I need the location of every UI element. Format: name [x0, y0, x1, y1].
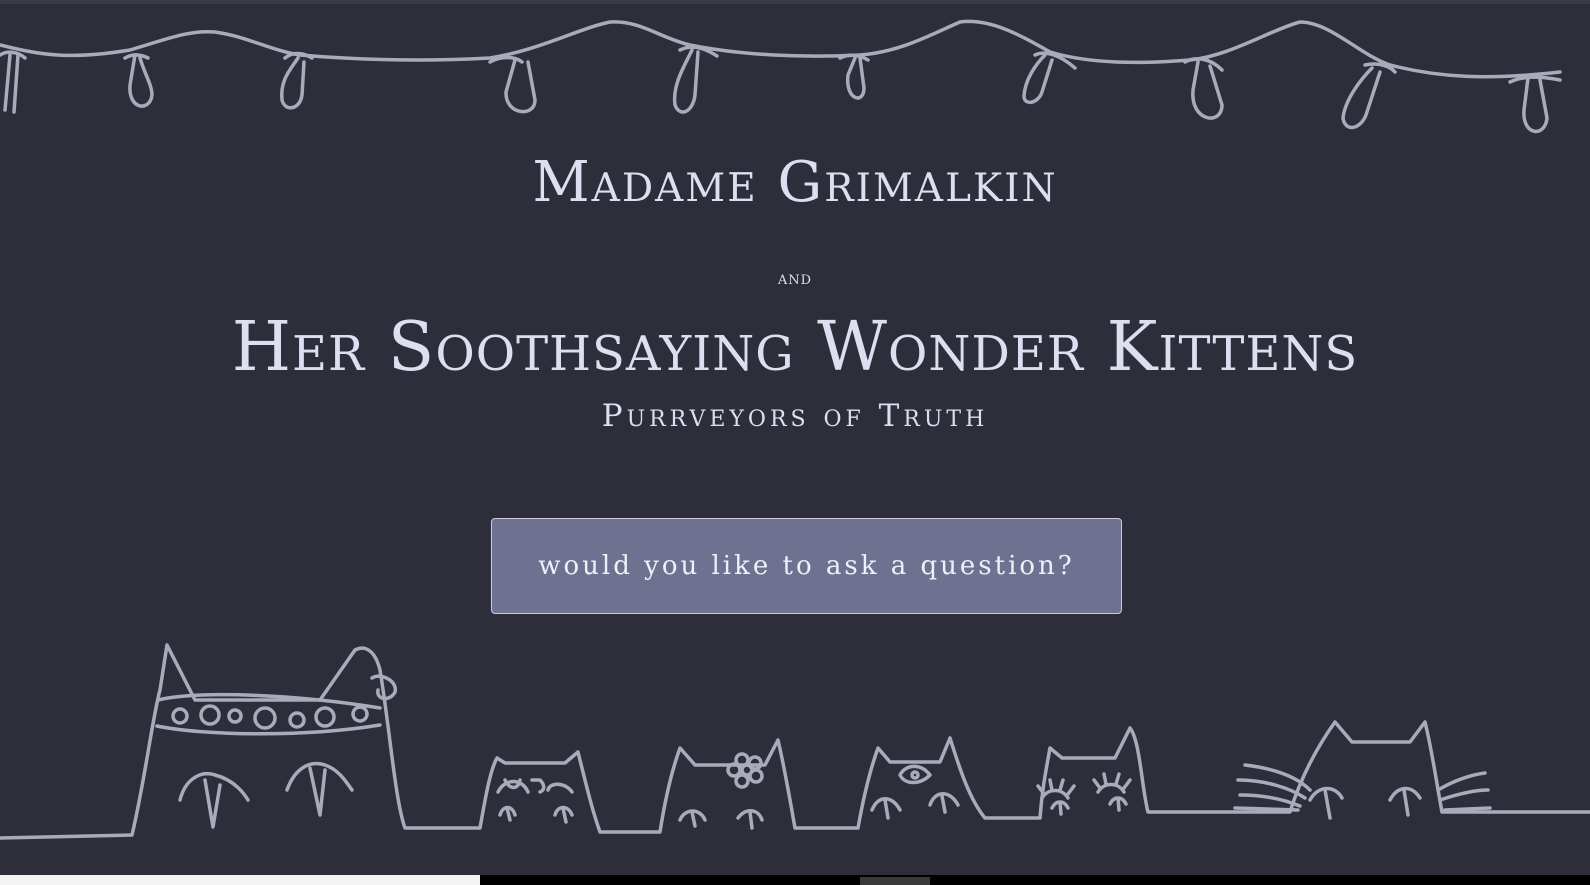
- title-soothsaying-kittens: Her Soothsaying Wonder Kittens: [231, 308, 1359, 387]
- title-madame-grimalkin: Madame Grimalkin: [532, 150, 1058, 215]
- ask-question-button[interactable]: would you like to ask a question?: [491, 518, 1122, 614]
- window-bottom-strip: [0, 875, 1590, 885]
- peeking-cats-illustration: [0, 643, 1590, 840]
- horizontal-scrollbar-thumb[interactable]: [860, 877, 930, 885]
- bottom-strip-light-segment: [0, 875, 480, 885]
- tagline: Purrveyors of Truth: [601, 398, 989, 434]
- title-connector-and: and: [777, 268, 813, 289]
- string-lights-icon: [0, 19, 1562, 134]
